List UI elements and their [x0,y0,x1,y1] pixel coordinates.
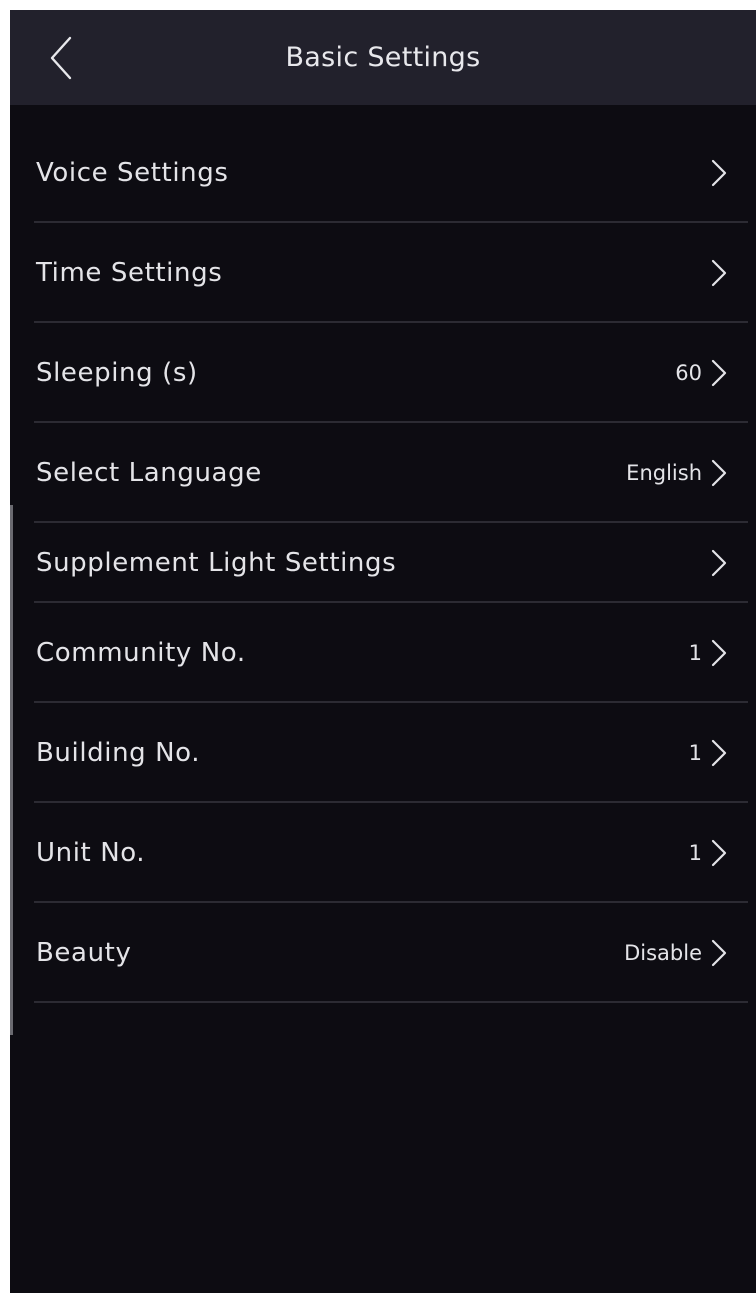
row-label: Supplement Light Settings [36,548,397,578]
back-button[interactable] [36,28,86,88]
row-right: 1 [689,603,728,703]
row-right: 1 [689,703,728,803]
row-right [702,223,728,323]
row-right: 1 [689,803,728,903]
settings-row-community-no[interactable]: Community No. 1 [10,603,756,703]
scrollbar[interactable] [10,505,13,1035]
chevron-right-icon [711,459,727,487]
row-right: Disable [624,903,728,1003]
row-right [702,523,728,603]
page-title: Basic Settings [285,42,481,73]
chevron-right-icon [711,839,727,867]
row-value: 60 [675,361,702,385]
settings-row-sleeping[interactable]: Sleeping (s) 60 [10,323,756,423]
row-label: Sleeping (s) [36,358,198,388]
settings-row-unit-no[interactable]: Unit No. 1 [10,803,756,903]
row-value: 1 [688,641,702,665]
header-bar: Basic Settings [10,10,756,105]
row-divider [34,1001,748,1003]
chevron-right-icon [711,739,727,767]
row-right: English [626,423,728,523]
device-screen: Basic Settings Voice Settings Time Setti… [10,10,756,1293]
chevron-right-icon [711,159,727,187]
row-label: Community No. [36,638,246,668]
chevron-right-icon [711,549,727,577]
settings-row-beauty[interactable]: Beauty Disable [10,903,756,1003]
chevron-right-icon [711,639,727,667]
row-label: Voice Settings [36,158,229,188]
row-value: Disable [624,941,702,965]
settings-row-select-language[interactable]: Select Language English [10,423,756,523]
chevron-left-icon [50,36,72,80]
chevron-right-icon [711,259,727,287]
row-right: 60 [675,323,728,423]
row-value: 1 [688,841,702,865]
settings-row-voice-settings[interactable]: Voice Settings [10,123,756,223]
row-label: Unit No. [36,838,146,868]
row-value: English [626,461,702,485]
chevron-right-icon [711,939,727,967]
row-label: Time Settings [36,258,223,288]
chevron-right-icon [711,359,727,387]
row-label: Beauty [36,938,132,968]
settings-row-building-no[interactable]: Building No. 1 [10,703,756,803]
settings-row-time-settings[interactable]: Time Settings [10,223,756,323]
row-label: Select Language [36,458,262,488]
row-label: Building No. [36,738,201,768]
row-right [702,123,728,223]
settings-row-supplement-light[interactable]: Supplement Light Settings [10,523,756,603]
row-value: 1 [688,741,702,765]
